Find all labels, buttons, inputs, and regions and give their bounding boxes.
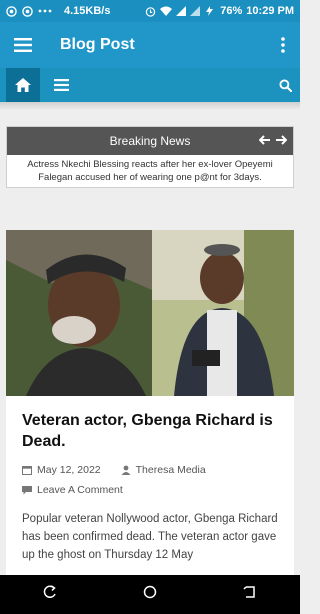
more-vertical-icon (281, 37, 285, 53)
search-icon (278, 78, 292, 92)
menu-button[interactable] (0, 22, 46, 68)
breaking-news-header: Breaking News (7, 127, 293, 155)
alarm-icon (145, 6, 156, 17)
header-shadow (0, 102, 300, 110)
site-nav (0, 68, 300, 108)
previous-arrow-icon[interactable] (258, 132, 270, 150)
wifi-icon (160, 6, 173, 16)
post-excerpt: Popular veteran Nollywood actor, Gbenga … (22, 513, 278, 561)
notification-icon (22, 5, 33, 17)
home-button[interactable] (6, 68, 40, 108)
post-meta: May 12, 2022 Theresa Media (6, 452, 294, 476)
post-featured-image[interactable] (6, 230, 294, 396)
breaking-news-title: Breaking News (109, 134, 191, 148)
app-bar: Blog Post (0, 22, 300, 68)
page-title: Blog Post (60, 36, 135, 53)
hamburger-icon (14, 38, 32, 52)
recent-apps-button[interactable] (43, 585, 57, 604)
post-comments[interactable]: Leave A Comment (6, 476, 294, 496)
search-button[interactable] (270, 68, 300, 102)
back-button[interactable] (243, 585, 257, 604)
battery-level: 76% (220, 5, 243, 17)
network-speed: 4.15KB/s (64, 5, 111, 17)
breaking-news-headline[interactable]: Actress Nkechi Blessing reacts after her… (7, 155, 293, 187)
signal-icon (190, 6, 201, 16)
leave-comment-link[interactable]: Leave A Comment (37, 484, 123, 496)
post-date[interactable]: May 12, 2022 (37, 464, 101, 476)
photo-left (6, 230, 152, 396)
signal-icon (176, 6, 187, 16)
more-notifications-icon (38, 8, 52, 14)
recent-apps-icon (43, 585, 56, 598)
more-options-button[interactable] (266, 22, 300, 68)
list-icon (53, 79, 69, 91)
post-card: Veteran actor, Gbenga Richard is Dead. M… (6, 230, 294, 575)
user-icon (121, 465, 131, 475)
home-icon (15, 78, 31, 92)
comment-icon (22, 486, 32, 495)
next-arrow-icon[interactable] (276, 132, 288, 150)
battery-charging-icon (204, 6, 216, 16)
calendar-icon (22, 466, 32, 475)
photo-right (152, 230, 294, 396)
notification-icon (6, 5, 17, 17)
category-menu-button[interactable] (44, 68, 78, 102)
clock: 10:29 PM (246, 5, 294, 17)
system-nav-bar (0, 575, 300, 614)
post-title[interactable]: Veteran actor, Gbenga Richard is Dead. (6, 396, 294, 452)
post-author[interactable]: Theresa Media (136, 464, 206, 476)
home-nav-button[interactable] (143, 585, 157, 604)
home-circle-icon (143, 585, 157, 599)
status-bar: 4.15KB/s 76% 10:29 PM (0, 0, 300, 22)
back-icon (243, 586, 255, 598)
breaking-news-widget: Breaking News Actress Nkechi Blessing re… (6, 126, 294, 188)
